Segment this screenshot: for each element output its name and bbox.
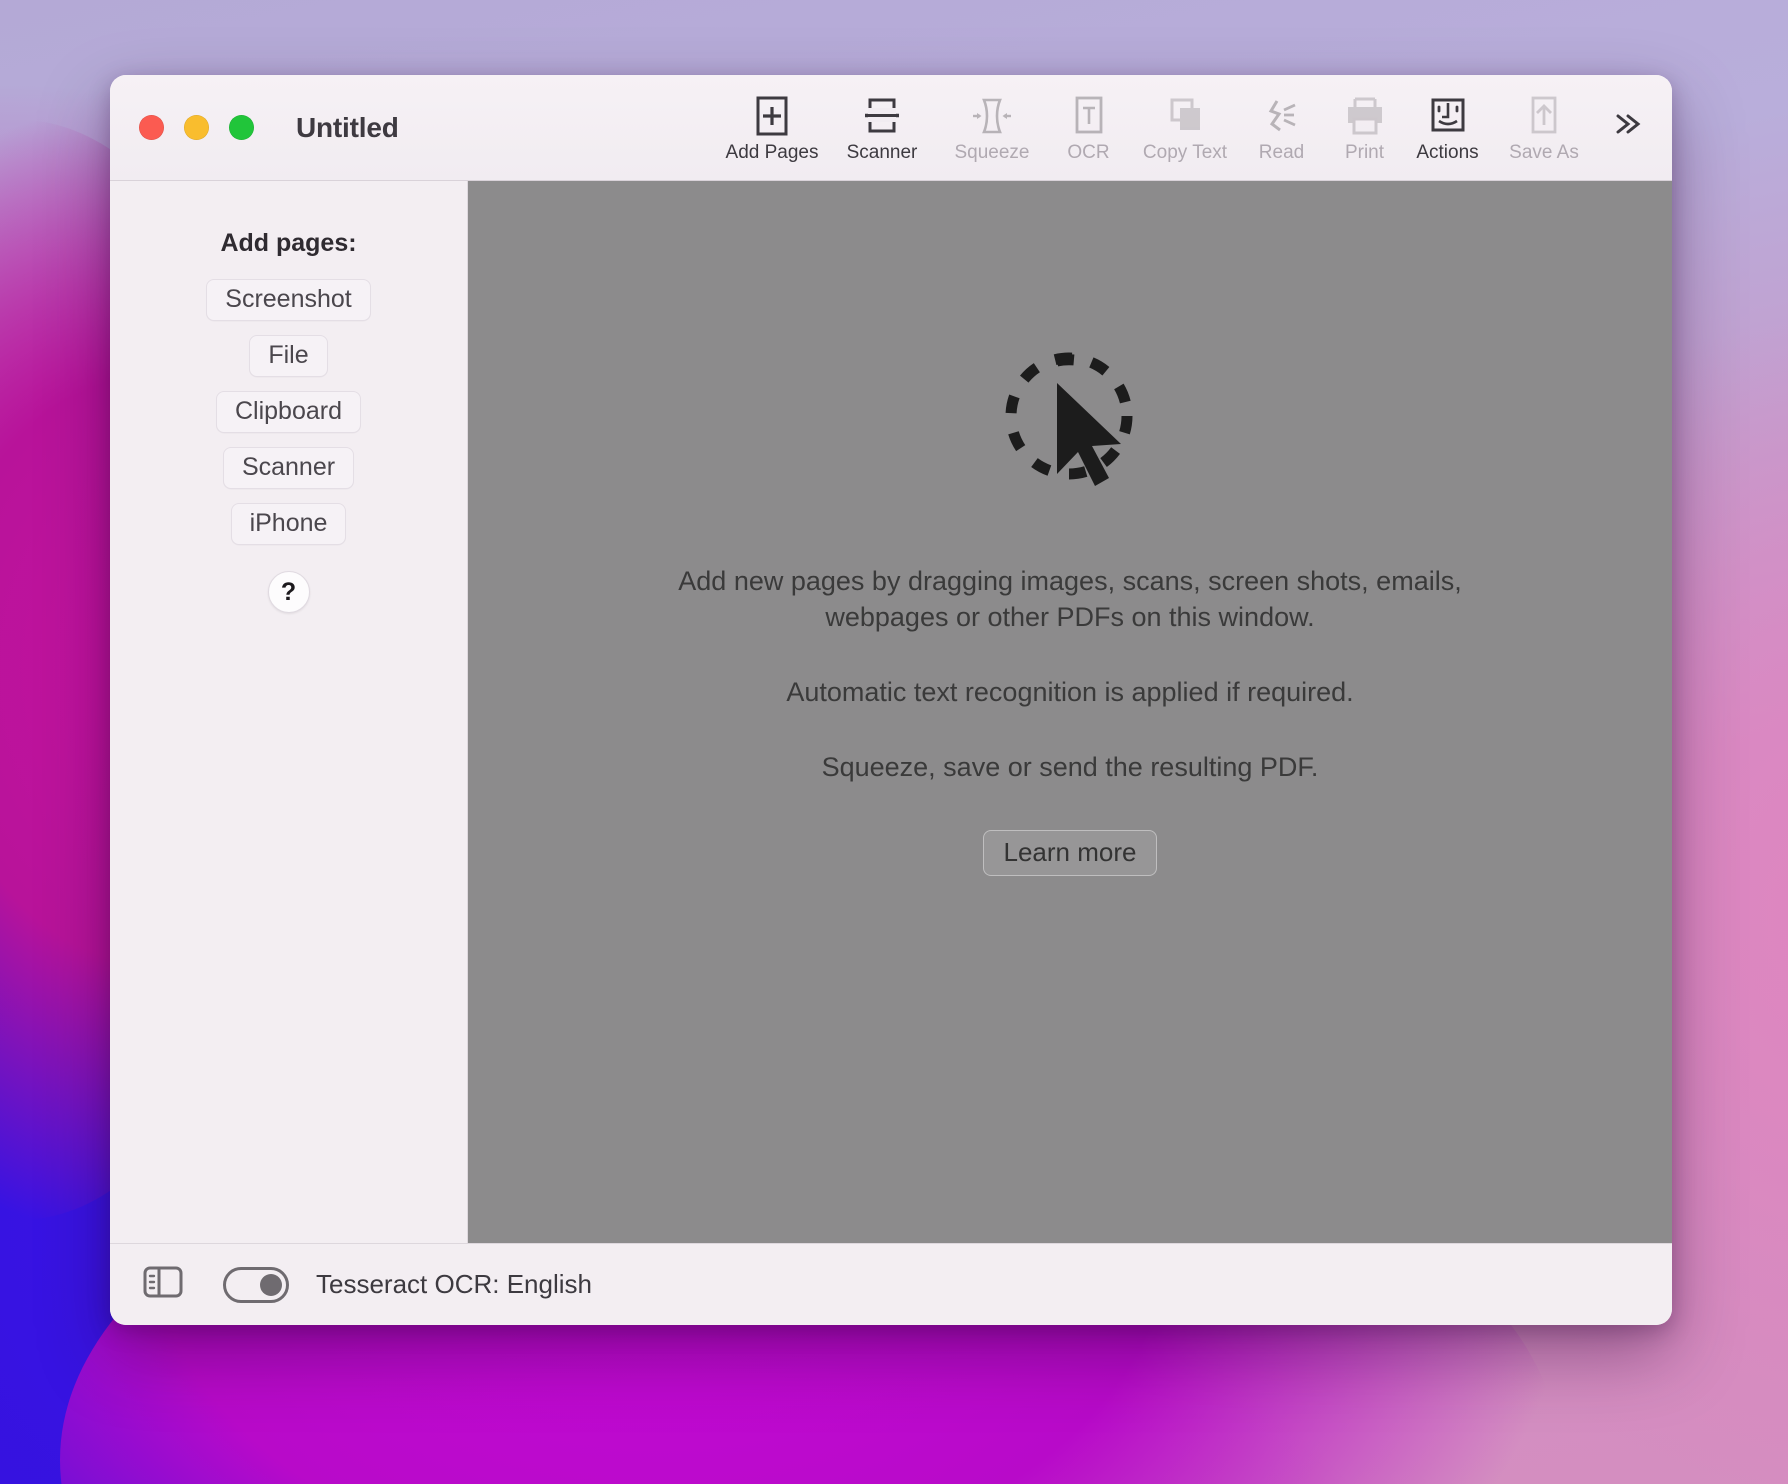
help-button[interactable]: ? <box>267 571 310 613</box>
sidebar-button-scanner[interactable]: Scanner <box>222 447 355 489</box>
close-button[interactable] <box>139 115 164 140</box>
toolbar-button-ocr[interactable]: OCR <box>1047 82 1130 174</box>
toolbar-label-squeeze: Squeeze <box>954 141 1030 163</box>
toolbar-label-ocr: OCR <box>1067 141 1110 163</box>
app-window: Untitled Add Pages Scanner Squeeze OCR C… <box>110 75 1672 1325</box>
scanner-icon <box>861 93 903 139</box>
toolbar-label-copy-text: Copy Text <box>1142 141 1228 163</box>
sidebar-button-clipboard[interactable]: Clipboard <box>215 391 361 433</box>
sidebar-button-file[interactable]: File <box>249 335 328 377</box>
finder-face-icon <box>1426 93 1470 139</box>
sidebar-button-screenshot[interactable]: Screenshot <box>206 279 371 321</box>
toolbar-label-read: Read <box>1258 141 1305 163</box>
canvas-text-line-2: webpages or other PDFs on this window. <box>825 601 1315 632</box>
drag-drop-cursor-icon <box>985 336 1155 506</box>
page-plus-icon <box>751 93 793 139</box>
chevron-double-right-icon <box>1609 109 1645 144</box>
toolbar-label-actions: Actions <box>1416 141 1479 163</box>
toolbar-label-print: Print <box>1344 141 1385 163</box>
toolbar-overflow-button[interactable] <box>1604 103 1650 149</box>
toolbar-button-copy-text[interactable]: Copy Text <box>1130 82 1240 174</box>
canvas-text-line-1: Add new pages by dragging images, scans,… <box>678 566 1462 596</box>
learn-more-button[interactable]: Learn more <box>982 829 1158 877</box>
toolbar-button-read[interactable]: Read <box>1240 82 1323 174</box>
speaker-read-icon <box>1260 93 1304 139</box>
toolbar-label-save-as: Save As <box>1509 141 1579 163</box>
printer-icon <box>1342 93 1388 139</box>
minimize-button[interactable] <box>184 115 209 140</box>
window-body: Add pages: Screenshot File Clipboard Sca… <box>110 181 1672 1243</box>
toolbar-button-add-pages[interactable]: Add Pages <box>717 82 827 174</box>
toolbar-button-save-as[interactable]: Save As <box>1489 82 1599 174</box>
toolbar-label-scanner: Scanner <box>846 141 918 163</box>
sidebar-toggle-icon[interactable] <box>141 1264 185 1305</box>
toolbar-label-add-pages: Add Pages <box>725 141 819 163</box>
sidebar-heading: Add pages: <box>220 229 357 257</box>
canvas-text-line-4: Squeeze, save or send the resulting PDF. <box>821 751 1319 782</box>
toolbar-button-squeeze[interactable]: Squeeze <box>937 82 1047 174</box>
drop-area[interactable]: Add new pages by dragging images, scans,… <box>468 181 1672 1243</box>
toggle-switch-on-icon <box>260 1273 282 1296</box>
copy-text-icon <box>1163 93 1207 139</box>
toolbar-items: Add Pages Scanner Squeeze OCR Copy Text … <box>717 75 1599 180</box>
sidebar-button-iphone[interactable]: iPhone <box>230 503 347 545</box>
sidebar: Add pages: Screenshot File Clipboard Sca… <box>110 181 468 1243</box>
upload-arrow-icon <box>1523 93 1565 139</box>
squeeze-icon <box>968 93 1016 139</box>
toolbar-button-actions[interactable]: Actions <box>1406 82 1489 174</box>
ocr-text-icon <box>1068 93 1110 139</box>
ocr-status-label: Tesseract OCR: English <box>316 1269 592 1299</box>
canvas-text-line-3: Automatic text recognition is applied if… <box>786 676 1354 707</box>
window-toolbar: Untitled Add Pages Scanner Squeeze OCR C… <box>110 75 1672 181</box>
toolbar-button-scanner[interactable]: Scanner <box>827 82 937 174</box>
status-bar: Tesseract OCR: English <box>110 1243 1672 1325</box>
zoom-button[interactable] <box>229 115 254 140</box>
question-mark-icon: ? <box>280 577 297 606</box>
desktop-wallpaper: Untitled Add Pages Scanner Squeeze OCR C… <box>0 0 1788 1484</box>
window-title: Untitled <box>296 111 399 143</box>
ocr-toggle-switch[interactable] <box>223 1266 289 1303</box>
toolbar-button-print[interactable]: Print <box>1323 82 1406 174</box>
traffic-light-group <box>139 115 254 140</box>
